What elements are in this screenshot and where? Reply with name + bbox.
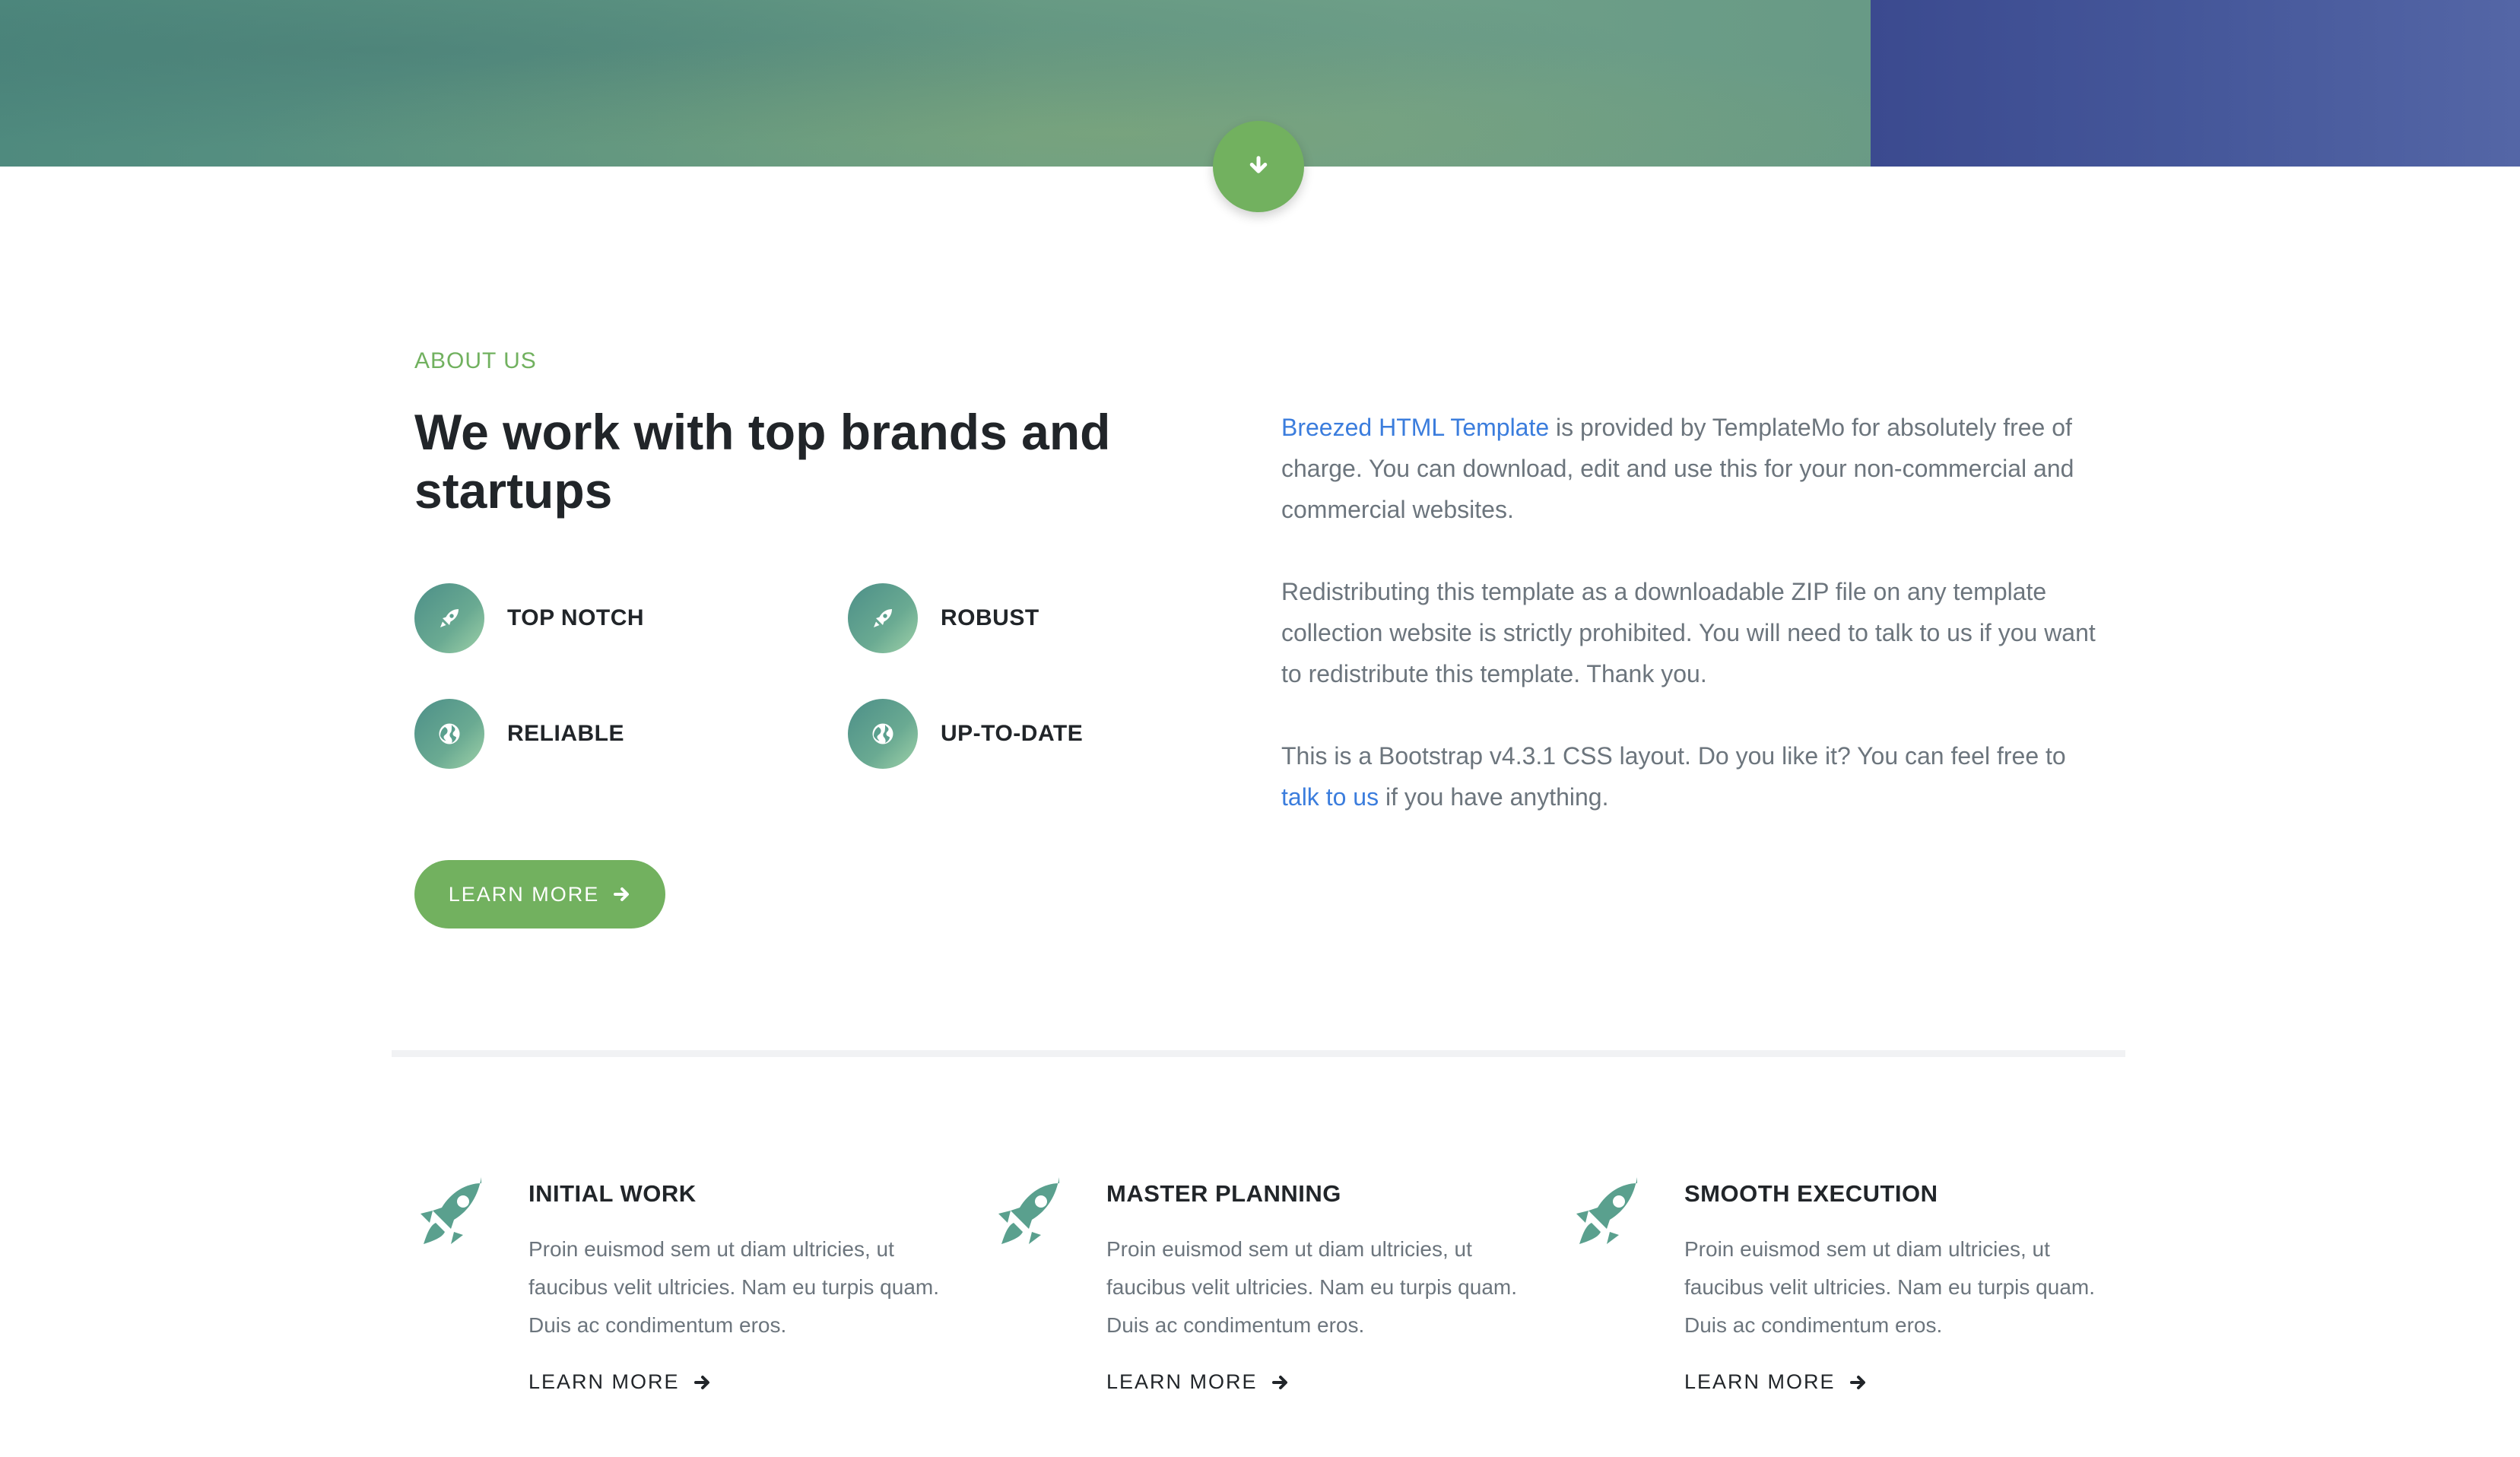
service-title: MASTER PLANNING (1106, 1180, 1341, 1207)
template-link[interactable]: Breezed HTML Template (1281, 414, 1549, 441)
arrow-right-icon (1849, 1375, 1865, 1389)
service-card: MASTER PLANNING Proin euismod sem ut dia… (992, 1163, 1540, 1422)
section-divider (392, 1050, 2125, 1057)
section-eyebrow: ABOUT US (414, 348, 537, 373)
service-card: SMOOTH EXECUTION Proin euismod sem ut di… (1570, 1163, 2118, 1422)
feature-label: UP-TO-DATE (941, 721, 1084, 746)
about-description: Breezed HTML Template is provided by Tem… (1281, 407, 2106, 859)
globe-icon (848, 699, 918, 769)
feature-label: ROBUST (941, 605, 1039, 630)
learn-more-label: LEARN MORE (448, 882, 600, 906)
service-description: Proin euismod sem ut diam ultricies, ut … (1684, 1237, 2095, 1337)
rocket-icon (848, 583, 918, 653)
feature-label: RELIABLE (507, 721, 624, 746)
arrow-right-icon (614, 887, 630, 901)
service-card: INITIAL WORK Proin euismod sem ut diam u… (414, 1163, 962, 1422)
feature-reliable: RELIABLE (414, 699, 624, 769)
about-paragraph-1: Breezed HTML Template is provided by Tem… (1281, 414, 2074, 523)
hero-image-left (0, 0, 1871, 167)
rocket-icon (421, 1177, 481, 1244)
rocket-icon (998, 1177, 1059, 1244)
arrow-right-icon (1271, 1375, 1287, 1389)
rocket-icon (1576, 1177, 1637, 1244)
hero-image-right (1871, 0, 2520, 167)
globe-icon (414, 699, 484, 769)
feature-top-notch: TOP NOTCH (414, 583, 644, 653)
service-title: INITIAL WORK (528, 1180, 697, 1207)
learn-more-button[interactable]: LEARN MORE (414, 860, 665, 928)
service-title: SMOOTH EXECUTION (1684, 1180, 1938, 1207)
about-paragraph-2: Redistributing this template as a downlo… (1281, 578, 2096, 687)
feature-up-to-date: UP-TO-DATE (848, 699, 1083, 769)
about-headline: We work with top brands and startups (414, 404, 1111, 519)
service-description: Proin euismod sem ut diam ultricies, ut … (528, 1237, 939, 1337)
service-learn-more-link[interactable]: LEARN MORE (1684, 1370, 1868, 1394)
feature-robust: ROBUST (848, 583, 1039, 653)
service-description: Proin euismod sem ut diam ultricies, ut … (1106, 1237, 1517, 1337)
about-paragraph-3: This is a Bootstrap v4.3.1 CSS layout. D… (1281, 742, 2066, 811)
feature-label: TOP NOTCH (507, 605, 645, 630)
scroll-down-button[interactable] (1213, 121, 1304, 212)
service-learn-more-link[interactable]: LEARN MORE (1106, 1370, 1290, 1394)
arrow-right-icon (693, 1375, 709, 1389)
rocket-icon (414, 583, 484, 653)
arrow-down-icon (1249, 156, 1268, 173)
service-learn-more-link[interactable]: LEARN MORE (528, 1370, 712, 1394)
talk-to-us-link[interactable]: talk to us (1281, 783, 1379, 811)
